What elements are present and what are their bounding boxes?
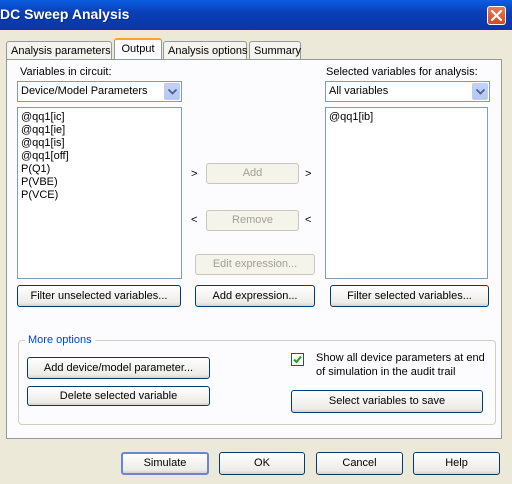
title-bar[interactable]: DC Sweep Analysis	[0, 0, 512, 30]
edit-expression-button[interactable]: Edit expression...	[195, 254, 315, 275]
cancel-button[interactable]: Cancel	[316, 452, 403, 475]
list-item[interactable]: @qq1[ic]	[18, 111, 181, 124]
remove-arrow-right: <	[305, 214, 312, 226]
ok-button[interactable]: OK	[219, 452, 305, 475]
add-arrow-right: >	[305, 168, 312, 180]
more-options-label: More options	[25, 334, 95, 346]
dc-sweep-dialog: DC Sweep Analysis Analysis parameters Ou…	[0, 0, 512, 484]
tab-analysis-parameters[interactable]: Analysis parameters	[6, 41, 112, 59]
checkmark-icon	[293, 355, 302, 364]
list-item[interactable]: @qq1[ie]	[18, 124, 181, 137]
remove-arrow-left: <	[191, 214, 198, 226]
window-title: DC Sweep Analysis	[0, 6, 130, 22]
variables-in-circuit-label: Variables in circuit:	[20, 66, 112, 78]
tab-label: Summary	[254, 45, 302, 57]
add-button[interactable]: Add	[206, 163, 299, 184]
tab-analysis-options[interactable]: Analysis options	[163, 41, 248, 59]
variable-filter-value: Device/Model Parameters	[21, 85, 148, 97]
select-variables-to-save-button[interactable]: Select variables to save	[291, 390, 483, 413]
add-expression-button[interactable]: Add expression...	[195, 285, 315, 307]
dropdown-arrow[interactable]	[164, 83, 180, 100]
simulate-button[interactable]: Simulate	[121, 452, 209, 475]
tab-label: Output	[121, 43, 155, 55]
filter-selected-button[interactable]: Filter selected variables...	[330, 285, 489, 307]
variable-filter-select[interactable]: Device/Model Parameters	[17, 81, 182, 102]
tab-label: Analysis parameters	[11, 45, 111, 57]
chevron-down-icon	[476, 89, 485, 95]
circuit-variables-list[interactable]: @qq1[ic] @qq1[ie] @qq1[is] @qq1[off] P(Q…	[17, 107, 182, 279]
tab-label: Analysis options	[168, 45, 248, 57]
filter-unselected-button[interactable]: Filter unselected variables...	[17, 285, 181, 307]
close-icon	[490, 9, 503, 22]
list-item[interactable]: @qq1[ib]	[326, 111, 487, 124]
show-all-parameters-text: Show all device parameters at end of sim…	[316, 352, 485, 378]
selected-filter-value: All variables	[329, 85, 389, 97]
list-item[interactable]: P(VBE)	[18, 176, 181, 189]
selected-variables-label: Selected variables for analysis:	[326, 66, 478, 78]
delete-selected-variable-button[interactable]: Delete selected variable	[27, 386, 210, 406]
list-item[interactable]: @qq1[is]	[18, 137, 181, 150]
selected-filter-select[interactable]: All variables	[325, 81, 490, 102]
add-arrow-left: >	[191, 168, 198, 180]
dropdown-arrow[interactable]	[472, 83, 488, 100]
remove-button[interactable]: Remove	[206, 210, 299, 231]
close-button[interactable]	[487, 6, 506, 25]
tab-output[interactable]: Output	[114, 38, 162, 59]
selected-variables-list[interactable]: @qq1[ib]	[325, 107, 488, 279]
list-item[interactable]: P(VCE)	[18, 189, 181, 202]
list-item[interactable]: @qq1[off]	[18, 150, 181, 163]
tab-summary[interactable]: Summary	[249, 41, 301, 59]
show-all-parameters-checkbox[interactable]	[291, 353, 304, 366]
add-device-model-parameter-button[interactable]: Add device/model parameter...	[27, 357, 210, 379]
help-button[interactable]: Help	[413, 452, 500, 475]
chevron-down-icon	[168, 89, 177, 95]
list-item[interactable]: P(Q1)	[18, 163, 181, 176]
